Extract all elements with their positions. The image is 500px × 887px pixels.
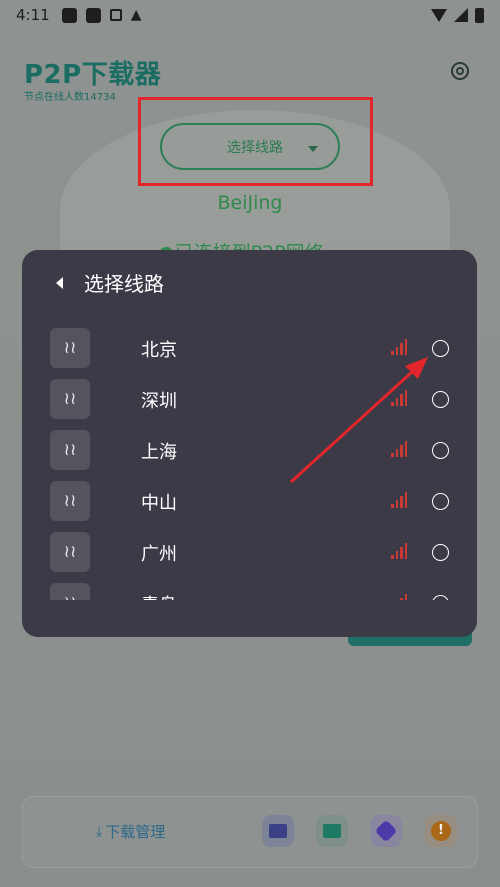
route-icon: ≀≀ [50, 430, 90, 470]
signal-strength-icon [391, 441, 407, 457]
signal-strength-icon [391, 339, 407, 355]
route-radio[interactable] [432, 544, 449, 561]
warning-icon: ▲ [130, 6, 142, 23]
route-name: 深圳 [141, 391, 177, 412]
notification-icon [109, 9, 122, 21]
route-name: 上海 [141, 442, 177, 463]
wifi-icon [431, 8, 447, 22]
hexagon-icon [374, 819, 398, 843]
signal-icon [454, 8, 468, 22]
folder-icon [269, 824, 287, 838]
folder-icon [323, 824, 341, 838]
online-count: 节点在线人数14734 [24, 92, 116, 103]
route-icon: ≀≀ [50, 379, 90, 419]
signal-strength-icon [391, 390, 407, 406]
signal-strength-icon [391, 543, 407, 559]
exclamation-icon: ! [431, 821, 451, 841]
app-title: P2P下载器 [24, 60, 162, 90]
route-dialog: 选择线路 ≀≀ 北京 ≀≀ 深圳 ≀≀ 上海 ≀≀ 中山 ≀≀ 广州 [22, 250, 477, 637]
back-arrow-icon[interactable] [56, 277, 63, 289]
route-icon: ≀≀ [50, 532, 90, 572]
download-manager-label: 下载管理 [105, 823, 166, 841]
route-icon: ≀≀ [50, 328, 90, 368]
status-bar: 4:11 ▲ [0, 0, 500, 30]
signal-strength-icon [391, 492, 407, 508]
route-item[interactable]: ≀≀ 北京 [22, 325, 477, 376]
download-icon: ⤓ [96, 823, 103, 840]
status-right [431, 7, 484, 23]
current-city: BeiJing [217, 192, 283, 214]
dialog-title: 选择线路 [84, 272, 164, 296]
settings-tab-button[interactable] [370, 815, 402, 847]
route-icon: ≀≀ [50, 481, 90, 521]
route-radio[interactable] [432, 595, 449, 600]
settings-icon[interactable] [451, 62, 469, 80]
notification-icon [61, 7, 77, 23]
signal-strength-icon [391, 594, 407, 600]
route-name: 中山 [141, 493, 177, 514]
files-tab-button[interactable] [262, 815, 294, 847]
route-radio[interactable] [432, 391, 449, 408]
route-item[interactable]: ≀≀ 深圳 [22, 376, 477, 427]
download-manager-button[interactable]: ⤓ 下载管理 [96, 821, 165, 842]
route-name: 北京 [141, 340, 177, 361]
route-item[interactable]: ≀≀ 广州 [22, 529, 477, 580]
bottom-bar [22, 796, 478, 868]
route-radio[interactable] [432, 442, 449, 459]
route-name: 广州 [141, 544, 177, 565]
battery-icon [475, 7, 484, 23]
notification-icon [85, 7, 101, 23]
info-tab-button[interactable]: ! [425, 815, 457, 847]
route-item[interactable]: ≀≀ 青岛 [22, 580, 477, 600]
route-name: 青岛 [141, 591, 177, 600]
route-radio[interactable] [432, 340, 449, 357]
route-item[interactable]: ≀≀ 上海 [22, 427, 477, 478]
folder-tab-button[interactable] [316, 815, 348, 847]
route-radio[interactable] [432, 493, 449, 510]
status-time: 4:11 [16, 6, 50, 24]
route-item[interactable]: ≀≀ 中山 [22, 478, 477, 529]
annotation-highlight-box [138, 97, 373, 186]
route-list[interactable]: ≀≀ 北京 ≀≀ 深圳 ≀≀ 上海 ≀≀ 中山 ≀≀ 广州 [22, 325, 477, 600]
route-icon: ≀≀ [50, 583, 90, 600]
